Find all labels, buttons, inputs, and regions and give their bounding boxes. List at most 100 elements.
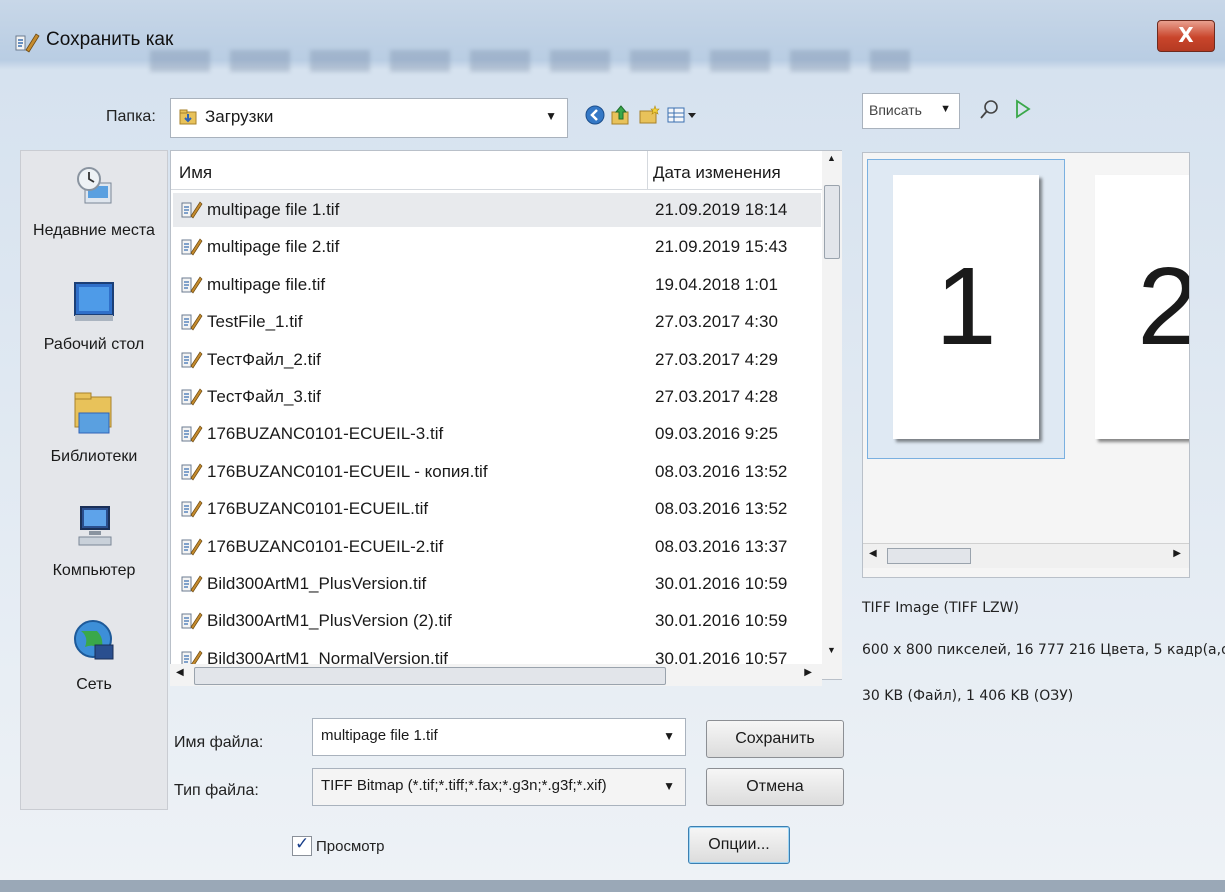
file-name: ТестФайл_2.tif (207, 349, 321, 369)
scroll-right-icon[interactable]: ▶ (804, 667, 812, 678)
file-row[interactable]: multipage file 2.tif 21.09.2019 15:43 (173, 230, 821, 264)
save-button[interactable]: Сохранить (706, 720, 844, 758)
file-name: multipage file 1.tif (207, 200, 340, 219)
window-title: Сохранить как (46, 29, 174, 50)
file-name: 176BUZANC0101-ECUEIL-2.tif (207, 536, 444, 556)
file-list-horizontal-scrollbar[interactable]: ◀ ▶ (170, 664, 822, 686)
cancel-button[interactable]: Отмена (706, 768, 844, 806)
place-label: Библиотеки (50, 448, 138, 465)
place-computer[interactable]: Компьютер (21, 503, 167, 580)
image-dimensions-info: 600 x 800 пикселей, 16 777 216 Цвета, 5 … (862, 642, 1225, 658)
downloads-folder-icon (179, 109, 197, 125)
place-recent[interactable]: Недавние места (21, 163, 167, 240)
page-thumbnail-1[interactable]: 1 (893, 175, 1039, 439)
file-list[interactable]: Имя Дата изменения multipage file 1.tif 2… (170, 150, 824, 680)
scrollbar-thumb[interactable] (887, 548, 971, 564)
file-row[interactable]: Bild300ArtM1_PlusVersion (2).tif 30.01.20… (173, 604, 821, 638)
file-date: 27.03.2017 4:28 (655, 387, 778, 406)
computer-icon (78, 506, 112, 546)
background-menu-blur (150, 50, 910, 72)
file-date: 27.03.2017 4:29 (655, 349, 778, 369)
folder-value: Загрузки (205, 107, 274, 126)
tif-file-icon (181, 612, 203, 630)
view-menu-icon[interactable] (666, 104, 700, 126)
title-bar[interactable]: Сохранить как X (0, 0, 1225, 80)
file-row[interactable]: multipage file.tif 19.04.2018 1:01 (173, 268, 821, 302)
scroll-left-icon[interactable]: ◀ (176, 667, 184, 678)
app-icon (15, 33, 40, 53)
scroll-left-icon[interactable]: ◀ (869, 548, 877, 559)
file-row[interactable]: 176BUZANC0101-ECUEIL-2.tif 08.03.2016 13:… (173, 530, 821, 564)
file-date: 08.03.2016 13:37 (655, 536, 788, 556)
place-desktop[interactable]: Рабочий стол (21, 277, 167, 354)
file-row[interactable]: 176BUZANC0101-ECUEIL.tif 08.03.2016 13:52 (173, 492, 821, 526)
chevron-down-icon: ▼ (940, 103, 951, 115)
file-date: 27.03.2017 4:30 (655, 312, 778, 332)
file-row[interactable]: ТестФайл_3.tif 27.03.2017 4:28 (173, 380, 821, 414)
preview-pane[interactable]: 1 2 ◀ ▶ (862, 152, 1190, 578)
libraries-icon (74, 392, 112, 434)
close-button[interactable]: X (1157, 20, 1215, 52)
scrollbar-thumb[interactable] (194, 667, 666, 685)
preview-checkbox-label[interactable]: Просмотр (316, 838, 385, 855)
filename-input[interactable]: multipage file 1.tif ▼ (312, 718, 686, 756)
file-name: Bild300ArtM1_PlusVersion (2).tif (207, 611, 452, 631)
file-date: 09.03.2016 9:25 (655, 424, 778, 444)
filetype-select[interactable]: TIFF Bitmap (*.tif;*.tiff;*.fax;*.g3n;*.… (312, 768, 686, 806)
preview-horizontal-scrollbar[interactable]: ◀ ▶ (863, 543, 1189, 568)
column-header-date[interactable]: Дата изменения (653, 163, 781, 183)
file-row[interactable]: Bild300ArtM1_PlusVersion.tif 30.01.2016 1… (173, 567, 821, 601)
file-row[interactable]: ТестФайл_2.tif 27.03.2017 4:29 (173, 343, 821, 377)
file-date: 21.09.2019 18:14 (655, 200, 788, 219)
preview-checkbox[interactable]: ✓ (292, 834, 312, 856)
options-button[interactable]: Опции... (688, 826, 790, 864)
filename-value: multipage file 1.tif (321, 727, 438, 744)
file-row[interactable]: 176BUZANC0101-ECUEIL - копия.tif 08.03.20… (173, 455, 821, 489)
file-date: 08.03.2016 13:52 (655, 461, 788, 481)
up-folder-icon[interactable] (610, 104, 632, 126)
tif-file-icon (181, 500, 203, 518)
place-network[interactable]: Сеть (21, 617, 167, 694)
scroll-down-icon[interactable]: ▼ (827, 645, 836, 655)
column-separator[interactable] (647, 151, 648, 189)
play-icon[interactable] (1012, 97, 1034, 121)
folder-select[interactable]: Загрузки ▼ (170, 98, 568, 138)
file-name: TestFile_1.tif (207, 312, 303, 332)
file-row[interactable]: 176BUZANC0101-ECUEIL-3.tif 09.03.2016 9:2… (173, 417, 821, 451)
chevron-down-icon[interactable]: ▼ (663, 729, 675, 743)
place-libraries[interactable]: Библиотеки (21, 389, 167, 466)
tif-file-icon (181, 538, 203, 556)
back-icon[interactable] (584, 104, 606, 126)
filename-label: Имя файла: (174, 734, 264, 751)
zoom-mode-select[interactable]: Вписать ▼ (862, 93, 960, 129)
zoom-mode-value: Вписать (869, 102, 922, 118)
place-label: Сеть (76, 676, 112, 693)
file-name: Bild300ArtM1_PlusVersion.tif (207, 574, 427, 593)
search-icon[interactable] (978, 97, 1002, 121)
chevron-down-icon[interactable]: ▼ (663, 779, 675, 793)
file-list-vertical-scrollbar[interactable]: ▲ ▼ (822, 150, 842, 680)
desktop-icon (74, 282, 114, 321)
tif-file-icon (181, 425, 203, 443)
file-date: 21.09.2019 15:43 (655, 237, 788, 257)
column-header-name[interactable]: Имя (179, 163, 212, 183)
tif-file-icon (181, 313, 203, 331)
file-name: 176BUZANC0101-ECUEIL-3.tif (207, 424, 444, 444)
tif-file-icon (181, 388, 203, 406)
folder-label: Папка: (106, 108, 156, 125)
file-row[interactable]: TestFile_1.tif 27.03.2017 4:30 (173, 305, 821, 339)
scroll-right-icon[interactable]: ▶ (1173, 548, 1181, 559)
scroll-up-icon[interactable]: ▲ (827, 153, 836, 163)
file-name: 176BUZANC0101-ECUEIL - копия.tif (207, 461, 488, 481)
file-date: 19.04.2018 1:01 (655, 274, 778, 294)
tif-file-icon (181, 351, 203, 369)
image-size-info: 30 KB (Файл), 1 406 KB (ОЗУ) (862, 688, 1074, 704)
new-folder-icon[interactable] (638, 104, 660, 126)
file-date: 30.01.2016 10:59 (655, 611, 788, 631)
recent-places-icon (77, 167, 112, 204)
tif-file-icon (181, 276, 203, 294)
page-thumbnail-2[interactable]: 2 (1095, 175, 1189, 439)
network-icon (74, 620, 114, 660)
file-row[interactable]: multipage file 1.tif 21.09.2019 18:14 (173, 193, 821, 227)
scrollbar-thumb[interactable] (824, 185, 840, 259)
